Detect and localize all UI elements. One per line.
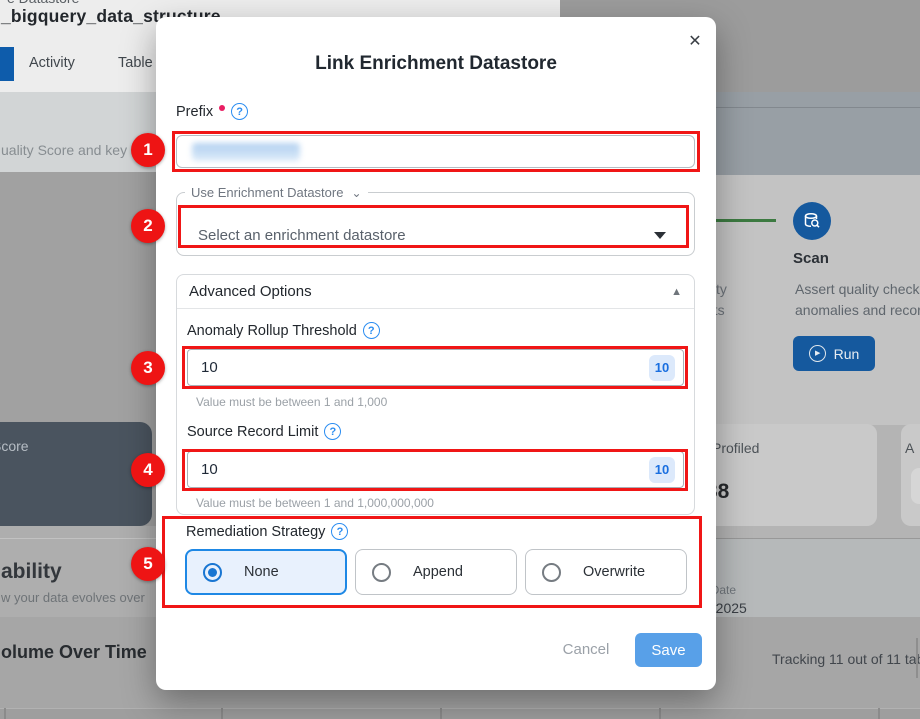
- grid-tick: [440, 708, 442, 719]
- anomaly-helper-text: Value must be between 1 and 1,000: [196, 395, 387, 409]
- stepper-connector: [716, 219, 776, 222]
- table-grid-strip: [0, 708, 920, 719]
- help-icon[interactable]: ?: [324, 423, 341, 440]
- screen: e Datastore _bigquery_data_structure Act…: [0, 0, 920, 719]
- radio-label: Overwrite: [583, 564, 645, 580]
- remediation-label-text: Remediation Strategy: [186, 524, 325, 540]
- enrichment-datastore-select[interactable]: Select an enrichment datastore: [182, 215, 682, 255]
- score-card-label: Score: [0, 438, 29, 454]
- volume-over-time-heading: olume Over Time: [1, 642, 147, 663]
- save-button[interactable]: Save: [635, 633, 702, 667]
- anomaly-rollup-threshold-input[interactable]: [188, 359, 568, 376]
- remediation-options: None Append Overwrite: [185, 549, 687, 595]
- divider: [716, 538, 920, 539]
- select-placeholder: Select an enrichment datastore: [198, 227, 406, 244]
- collapse-arrow-icon[interactable]: ▲: [671, 286, 682, 298]
- profiled-card-label: Profiled: [712, 440, 759, 456]
- divider: [916, 638, 918, 678]
- active-tab-indicator: [0, 47, 14, 81]
- source-helper-text: Value must be between 1 and 1,000,000,00…: [196, 496, 434, 510]
- close-icon[interactable]: ✕: [684, 31, 706, 53]
- scan-step-icon: [793, 202, 831, 240]
- radio-icon: [203, 563, 222, 582]
- help-icon[interactable]: ?: [363, 322, 380, 339]
- anomalies-card-label: A: [905, 440, 914, 456]
- anomaly-value-badge: 10: [649, 355, 675, 381]
- section-heading: ability: [1, 560, 62, 584]
- quality-score-card: Score: [0, 422, 152, 526]
- profiled-card: Profiled 38: [690, 424, 877, 526]
- link-enrichment-datastore-dialog: ✕ Link Enrichment Datastore Prefix ? Use…: [156, 17, 716, 690]
- divider: [177, 308, 694, 309]
- grid-tick: [659, 708, 661, 719]
- source-label-text: Source Record Limit: [187, 424, 318, 440]
- anomaly-label-text: Anomaly Rollup Threshold: [187, 323, 357, 339]
- source-value-badge: 10: [649, 457, 675, 483]
- remediation-strategy-label: Remediation Strategy ?: [186, 523, 348, 540]
- anomaly-rollup-threshold-label: Anomaly Rollup Threshold ?: [187, 322, 380, 339]
- advanced-options-label: Advanced Options: [189, 283, 312, 300]
- anomaly-rollup-threshold-field: 10: [187, 349, 684, 386]
- advanced-options-panel: Advanced Options ▲ Anomaly Rollup Thresh…: [176, 274, 695, 515]
- grid-tick: [221, 708, 223, 719]
- radio-icon: [372, 563, 391, 582]
- cancel-button[interactable]: Cancel: [554, 635, 618, 665]
- advanced-options-header[interactable]: Advanced Options ▲: [177, 275, 694, 308]
- card-pill: [911, 468, 920, 504]
- run-button-label: Run: [834, 346, 860, 362]
- radio-label: Append: [413, 564, 463, 580]
- fieldset-legend: Use Enrichment Datastore ⌄: [185, 185, 368, 200]
- section-subtitle: w your data evolves over: [1, 590, 145, 605]
- tracking-status: Tracking 11 out of 11 tables: [772, 651, 920, 667]
- help-icon[interactable]: ?: [331, 523, 348, 540]
- tab-activity[interactable]: Activity: [29, 55, 75, 71]
- use-enrichment-datastore-fieldset: Use Enrichment Datastore ⌄ Select an enr…: [176, 185, 695, 256]
- grid-tick: [878, 708, 880, 719]
- redacted-prefix-value: [192, 143, 300, 161]
- remediation-option-append[interactable]: Append: [355, 549, 517, 595]
- source-record-limit-label: Source Record Limit ?: [187, 423, 341, 440]
- subheader-text: uality Score and key: [1, 142, 127, 158]
- radio-label: None: [244, 564, 279, 580]
- dialog-title: Link Enrichment Datastore: [156, 53, 716, 75]
- tab-tables[interactable]: Table: [118, 55, 153, 71]
- help-icon[interactable]: ?: [231, 103, 248, 120]
- fieldset-legend-text: Use Enrichment Datastore: [191, 185, 343, 200]
- scan-step-description: anomalies and recor: [795, 302, 920, 318]
- required-dot-icon: [219, 105, 225, 111]
- prefix-label: Prefix ?: [176, 103, 248, 120]
- scan-step-description: Assert quality check: [795, 281, 920, 297]
- remediation-option-none[interactable]: None: [185, 549, 347, 595]
- datastore-scan-icon: [802, 211, 822, 231]
- anomalies-card: A: [901, 424, 920, 526]
- scan-step-title: Scan: [793, 250, 829, 267]
- prefix-label-text: Prefix: [176, 104, 213, 120]
- chevron-down-icon: ⌄: [351, 186, 361, 200]
- source-record-limit-field: 10: [187, 451, 684, 488]
- radio-icon: [542, 563, 561, 582]
- grid-tick: [4, 708, 6, 719]
- remediation-option-overwrite[interactable]: Overwrite: [525, 549, 687, 595]
- play-icon: ▶: [809, 345, 826, 362]
- source-record-limit-input[interactable]: [188, 461, 568, 478]
- caret-down-icon: [654, 232, 666, 239]
- divider: [0, 538, 156, 539]
- run-button[interactable]: ▶ Run: [793, 336, 875, 371]
